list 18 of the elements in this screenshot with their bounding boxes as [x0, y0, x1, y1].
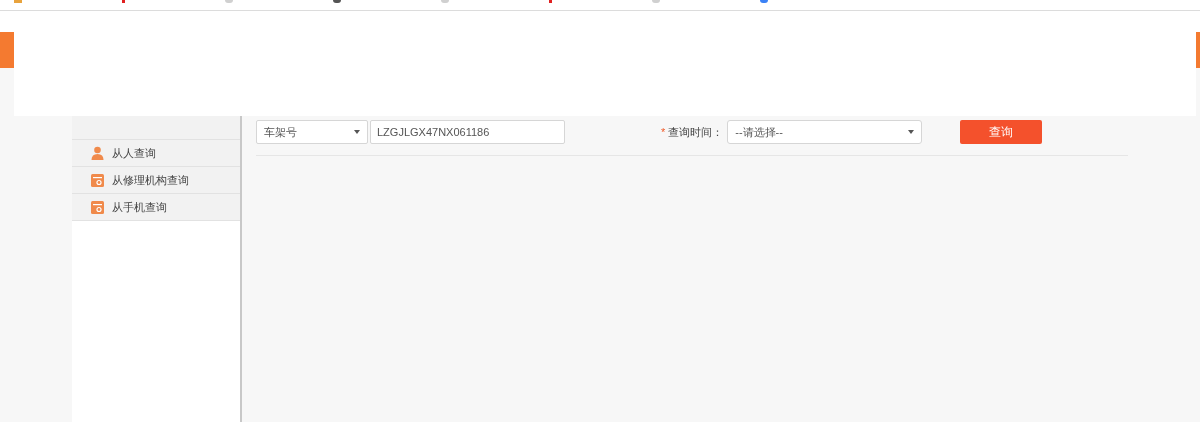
calendar-icon — [91, 200, 104, 214]
bookmark-icon — [333, 0, 341, 3]
bookmark-icon — [122, 0, 125, 3]
sidebar-item[interactable]: 从人查询 — [72, 140, 240, 167]
query-time-select[interactable]: --请选择-- — [727, 120, 923, 144]
sidebar-item[interactable]: 从手机查询 — [72, 194, 240, 221]
apps-icon — [14, 0, 22, 3]
sidebar-item[interactable]: 从修理机构查询 — [72, 167, 240, 194]
calendar-icon — [91, 173, 104, 187]
search-by-select[interactable]: 车架号 — [256, 120, 368, 144]
bookmark-icon — [549, 0, 552, 3]
caret-icon — [354, 130, 360, 134]
vin-input-field[interactable]: LZGJLGX47NX061186 — [370, 120, 565, 144]
bookmark-icon — [760, 0, 768, 3]
query-time-label: 查询时间： — [668, 124, 724, 140]
person-icon — [91, 146, 104, 160]
required-mark: * — [661, 124, 666, 140]
caret-icon — [908, 130, 915, 134]
